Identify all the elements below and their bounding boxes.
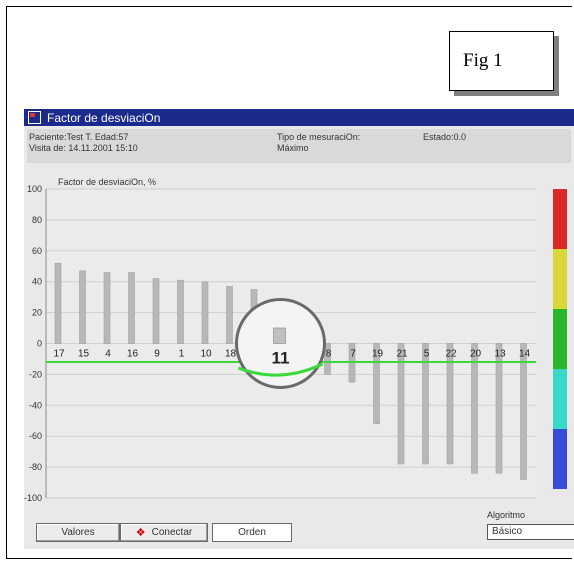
y-tick-label: -80 bbox=[29, 462, 42, 472]
measure-type-label: Tipo de mesuraciOn: bbox=[277, 132, 361, 142]
bar-label: 9 bbox=[154, 349, 160, 360]
bar bbox=[201, 281, 209, 344]
y-tick-label: -100 bbox=[24, 493, 42, 503]
bar bbox=[54, 262, 62, 344]
color-scale-segment bbox=[553, 369, 567, 429]
measure-type-value: Máximo bbox=[277, 143, 309, 153]
bar bbox=[128, 272, 135, 344]
bar bbox=[152, 278, 160, 344]
bar-label: 19 bbox=[372, 349, 384, 360]
info-bar: Paciente:Test T. Edad:57 Visita de: 14.1… bbox=[27, 129, 571, 163]
bar-label: 20 bbox=[470, 349, 482, 360]
algorithm-select[interactable]: Básico bbox=[487, 524, 574, 540]
y-tick-label: 100 bbox=[27, 184, 42, 194]
figure-label: Fig 1 bbox=[449, 31, 554, 91]
y-tick-label: 20 bbox=[32, 308, 42, 318]
values-button-label: Valores bbox=[61, 527, 95, 538]
measure-type: Tipo de mesuraciOn: Máximo bbox=[277, 132, 360, 154]
bar-label: 7 bbox=[350, 349, 356, 360]
bar bbox=[79, 270, 86, 344]
bar-label: 15 bbox=[78, 349, 90, 360]
y-tick-label: -20 bbox=[29, 369, 42, 379]
color-scale-segment bbox=[553, 309, 567, 369]
color-scale-segment bbox=[553, 429, 567, 489]
visit-text: Visita de: 14.11.2001 15:10 bbox=[29, 143, 138, 153]
chart-title: Factor de desviaciOn, % bbox=[58, 177, 156, 187]
bar-label: 17 bbox=[53, 349, 65, 360]
title-bar: Factor de desviaciOn bbox=[24, 109, 574, 126]
values-button[interactable]: Valores bbox=[36, 523, 120, 542]
y-tick-label: 80 bbox=[32, 215, 42, 225]
bar bbox=[177, 279, 184, 344]
magnified-label: 11 bbox=[272, 349, 290, 368]
window-title: Factor de desviaciOn bbox=[47, 110, 161, 125]
y-tick-label: -40 bbox=[29, 400, 42, 410]
bar-label: 4 bbox=[105, 349, 111, 360]
chart-svg: Factor de desviaciOn, % 100 80 60 40 20 0 -20 -4… bbox=[24, 177, 567, 503]
state-text: Estado:0.0 bbox=[423, 132, 467, 142]
bar bbox=[520, 343, 527, 480]
bar-label: 16 bbox=[127, 349, 139, 360]
y-tick-label: 0 bbox=[37, 339, 42, 349]
bar-label: 1 bbox=[179, 349, 185, 360]
y-tick-label: 40 bbox=[32, 277, 42, 287]
bar bbox=[226, 286, 233, 344]
connect-button[interactable]: ❖ Conectar bbox=[120, 523, 208, 542]
bar-label: 14 bbox=[519, 349, 531, 360]
connect-icon: ❖ bbox=[135, 527, 146, 539]
magnified-bar bbox=[273, 327, 286, 344]
bar bbox=[103, 272, 111, 344]
order-button-label: Orden bbox=[238, 527, 266, 538]
deviation-chart: Factor de desviaciOn, % 100 80 60 40 20 0 -20 -4… bbox=[24, 167, 574, 507]
connect-button-label: Conectar bbox=[151, 527, 193, 538]
bar-label: 8 bbox=[326, 349, 332, 360]
bar-label: 18 bbox=[225, 349, 237, 360]
app-window: Factor de desviaciOn Paciente:Test T. Ed… bbox=[24, 109, 574, 549]
color-scale-segment bbox=[553, 189, 567, 249]
patient-text: Paciente:Test T. Edad:57 bbox=[29, 132, 129, 142]
y-tick-label: 60 bbox=[32, 246, 42, 256]
bar-label: 5 bbox=[424, 349, 430, 360]
algorithm-label: Algoritmo bbox=[487, 510, 526, 520]
y-tick-label: -60 bbox=[29, 431, 42, 441]
color-scale-segment bbox=[553, 249, 567, 309]
order-button[interactable]: Orden bbox=[212, 523, 292, 542]
app-icon bbox=[28, 111, 41, 124]
bar-label: 22 bbox=[445, 349, 457, 360]
bar-label: 10 bbox=[200, 349, 212, 360]
bar-label: 21 bbox=[396, 349, 408, 360]
patient-info: Paciente:Test T. Edad:57 Visita de: 14.1… bbox=[29, 132, 138, 154]
bar-label: 13 bbox=[494, 349, 506, 360]
